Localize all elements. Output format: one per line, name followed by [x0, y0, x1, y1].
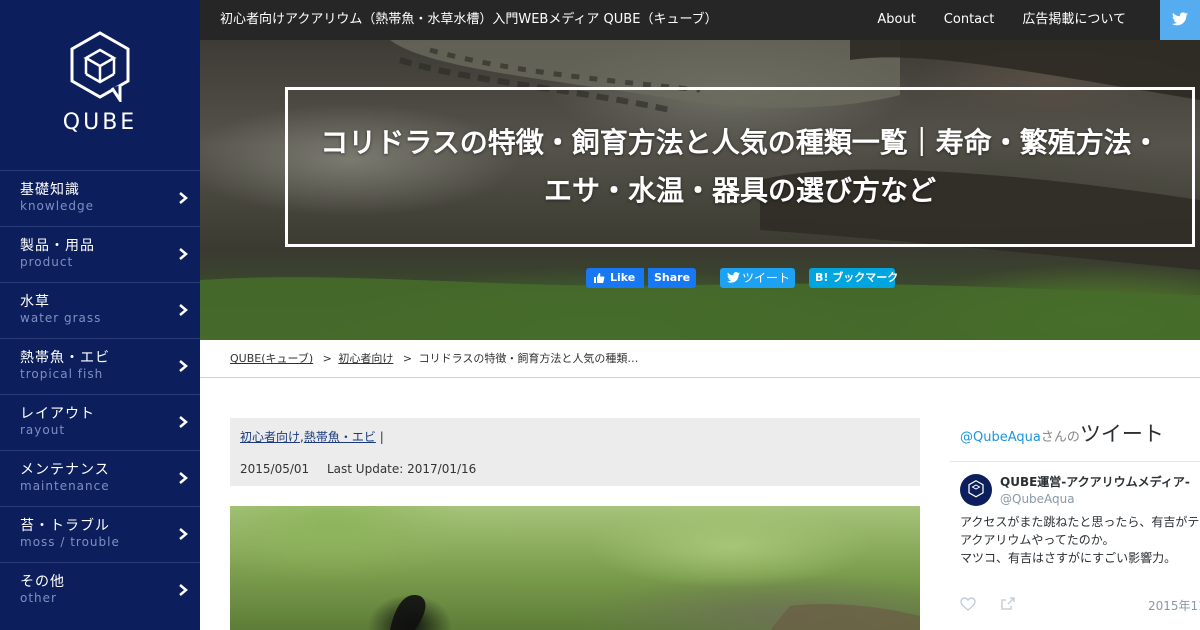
timeline-label: ツイート [1079, 422, 1164, 446]
sidebar-item-sublabel: product [20, 255, 74, 269]
twitter-timeline-widget: @QubeAquaさんのツイート QUBE運営-アクアリウムメディア- @Qub… [950, 418, 1200, 630]
sidebar-item-sublabel: knowledge [20, 199, 95, 213]
tweet-author-handle[interactable]: @QubeAqua [1000, 491, 1200, 507]
sidebar-item-sublabel: moss / trouble [20, 535, 120, 549]
sidebar-item-product[interactable]: 製品・用品 product [0, 226, 200, 282]
hatena-bookmark-button[interactable]: B! ブックマーク [809, 268, 898, 288]
qube-logo-icon [968, 480, 984, 498]
sidebar-item-layout[interactable]: レイアウト rayout [0, 394, 200, 450]
chevron-right-icon [179, 304, 188, 316]
sidebar-nav: 基礎知識 knowledge 製品・用品 product 水草 water gr… [0, 170, 200, 618]
twitter-bird-icon [727, 272, 740, 283]
breadcrumb-separator: > [402, 352, 413, 365]
published-date: 2015/05/01 [240, 462, 310, 476]
tweet-date[interactable]: 2015年11 [1148, 597, 1200, 614]
category-list: 初心者向け,熱帯魚・エビ | [240, 428, 910, 446]
facebook-like-label: Like [610, 271, 636, 284]
avatar[interactable] [960, 474, 992, 506]
sidebar-item-other[interactable]: その他 other [0, 562, 200, 618]
sidebar-item-sublabel: tropical fish [20, 367, 104, 381]
chevron-right-icon [179, 360, 188, 372]
tweet-label: ツイート [742, 271, 791, 285]
tweet-line: マツコ、有吉はさすがにすごい影響力。 [960, 551, 1177, 565]
sidebar-item-knowledge[interactable]: 基礎知識 knowledge [0, 170, 200, 226]
sidebar-item-sublabel: water grass [20, 311, 102, 325]
article-meta: 初心者向け,熱帯魚・エビ | 2015/05/01 Last Update: 2… [230, 418, 920, 486]
fish-photo [390, 595, 920, 630]
sidebar: QUBE 基礎知識 knowledge 製品・用品 product 水草 wat… [0, 0, 200, 630]
qube-logo-icon [70, 31, 130, 102]
chevron-right-icon [179, 416, 188, 428]
thumbs-up-icon [594, 273, 605, 283]
article-dates: 2015/05/01 Last Update: 2017/01/16 [240, 460, 910, 478]
chevron-right-icon [179, 528, 188, 540]
sidebar-item-tropical-fish[interactable]: 熱帯魚・エビ tropical fish [0, 338, 200, 394]
sidebar-item-label: レイアウト [20, 406, 95, 422]
chevron-right-icon [179, 584, 188, 596]
hero-title-frame: コリドラスの特徴・飼育方法と人気の種類一覧｜寿命・繁殖方法・エサ・水温・器具の選… [285, 87, 1195, 247]
updated-date: Last Update: 2017/01/16 [327, 462, 477, 476]
sidebar-item-label: その他 [20, 574, 65, 590]
article-hero-image [230, 506, 920, 630]
timeline-san: さんの [1040, 430, 1080, 445]
sidebar-item-label: 製品・用品 [20, 238, 95, 254]
breadcrumb: QUBE(キューブ) > 初心者向け > コリドラスの特徴・飼育方法と人気の種類… [200, 340, 1200, 378]
sidebar-item-label: 基礎知識 [20, 182, 80, 198]
facebook-share-button[interactable]: Share [648, 268, 696, 288]
sidebar-item-label: メンテナンス [20, 462, 110, 478]
breadcrumb-home[interactable]: QUBE(キューブ) [230, 352, 313, 365]
twitter-button[interactable] [1160, 0, 1200, 40]
sidebar-item-label: 熱帯魚・エビ [20, 350, 110, 366]
tweet-button[interactable]: ツイート [720, 268, 795, 288]
chevron-right-icon [179, 192, 188, 204]
sidebar-item-water-grass[interactable]: 水草 water grass [0, 282, 200, 338]
tweet-line: アクセスがまた跳ねたと思ったら、有吉がテ [960, 515, 1200, 529]
breadcrumb-category[interactable]: 初心者向け [338, 352, 393, 365]
top-link-contact[interactable]: Contact [930, 0, 1009, 40]
category-link-tropical-fish[interactable]: 熱帯魚・エビ [304, 430, 376, 444]
twitter-icon [1172, 12, 1188, 26]
category-end-mark: | [379, 430, 384, 444]
tweet-author-name[interactable]: QUBE運営-アクアリウムメディア- [1000, 474, 1200, 491]
top-nav: About Contact 広告掲載について [863, 0, 1140, 40]
chevron-right-icon [179, 248, 188, 260]
timeline-handle[interactable]: @QubeAqua [960, 430, 1041, 445]
share-icon[interactable] [1000, 597, 1016, 611]
chevron-right-icon [179, 472, 188, 484]
site-description: 初心者向けアクアリウム（熱帯魚・水草水槽）入門WEBメディア QUBE（キューブ… [220, 12, 718, 27]
heart-icon[interactable] [960, 597, 976, 611]
sidebar-item-moss-trouble[interactable]: 苔・トラブル moss / trouble [0, 506, 200, 562]
sidebar-item-label: 苔・トラブル [20, 518, 110, 534]
facebook-like-button[interactable]: Like [586, 268, 644, 288]
category-link-beginner[interactable]: 初心者向け [240, 430, 300, 444]
tweet-item[interactable]: QUBE運営-アクアリウムメディア- @QubeAqua アクセスがまた跳ねたと… [950, 462, 1200, 615]
logo-text: QUBE [62, 110, 138, 135]
top-bar: 初心者向けアクアリウム（熱帯魚・水草水槽）入門WEBメディア QUBE（キューブ… [200, 0, 1200, 40]
breadcrumb-separator: > [322, 352, 332, 365]
tweet-text: アクセスがまた跳ねたと思ったら、有吉がテ アクアリウムやってたのか。 マツコ、有… [960, 513, 1200, 567]
top-link-about[interactable]: About [863, 0, 929, 40]
timeline-header: @QubeAquaさんのツイート [950, 418, 1200, 462]
sidebar-item-maintenance[interactable]: メンテナンス maintenance [0, 450, 200, 506]
breadcrumb-current: コリドラスの特徴・飼育方法と人気の種類… [418, 352, 639, 365]
tweet-actions: 2015年11 [960, 595, 1200, 615]
hero-banner: コリドラスの特徴・飼育方法と人気の種類一覧｜寿命・繁殖方法・エサ・水温・器具の選… [200, 40, 1200, 340]
site-logo[interactable]: QUBE [0, 0, 200, 170]
sidebar-item-label: 水草 [20, 294, 50, 310]
sidebar-item-sublabel: other [20, 591, 57, 605]
sidebar-item-sublabel: rayout [20, 423, 66, 437]
tweet-line: アクアリウムやってたのか。 [960, 533, 1115, 547]
top-link-advertising[interactable]: 広告掲載について [1008, 0, 1140, 40]
page-title: コリドラスの特徴・飼育方法と人気の種類一覧｜寿命・繁殖方法・エサ・水温・器具の選… [320, 126, 1160, 207]
sidebar-item-sublabel: maintenance [20, 479, 110, 493]
